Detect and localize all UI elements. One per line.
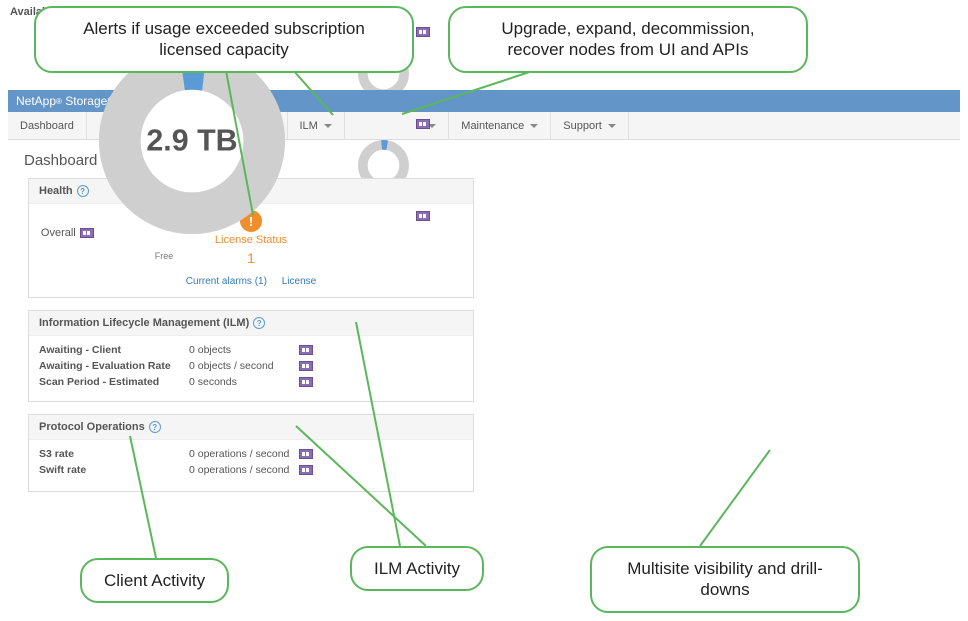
ilm-header: Information Lifecycle Management (ILM) ? [29, 311, 473, 336]
help-icon[interactable]: ? [253, 317, 265, 329]
callout-alerts: Alerts if usage exceeded subscription li… [34, 6, 414, 73]
ilm-panel: Information Lifecycle Management (ILM) ?… [28, 310, 474, 402]
chevron-down-icon [324, 124, 332, 128]
callout-multisite: Multisite visibility and drill-downs [590, 546, 860, 613]
chart-icon[interactable] [299, 377, 313, 387]
chevron-down-icon [530, 124, 538, 128]
protocol-row: Swift rate 0 operations / second [39, 464, 463, 476]
chart-icon[interactable] [80, 228, 94, 238]
chart-icon[interactable] [416, 211, 430, 221]
nav-maintenance[interactable]: Maintenance [449, 112, 551, 139]
chart-icon[interactable] [416, 27, 430, 37]
chart-icon[interactable] [299, 361, 313, 371]
chart-icon[interactable] [299, 465, 313, 475]
overall-donut: 2.9 TB [97, 46, 287, 236]
overall-label: Overall [41, 227, 76, 239]
help-icon[interactable]: ? [149, 421, 161, 433]
nav-configuration[interactable]: Configuration [345, 112, 449, 139]
overall-total: 2.9 TB [146, 124, 237, 158]
ilm-row: Awaiting - Client 0 objects [39, 344, 463, 356]
chevron-down-icon [608, 124, 616, 128]
callout-ilm-activity: ILM Activity [350, 546, 484, 591]
protocol-panel: Protocol Operations ? S3 rate 0 operatio… [28, 414, 474, 492]
callout-maintenance: Upgrade, expand, decommission, recover n… [448, 6, 808, 73]
chart-icon[interactable] [416, 119, 430, 129]
protocol-header: Protocol Operations ? [29, 415, 473, 440]
free-label: Free [10, 251, 318, 261]
chart-icon[interactable] [299, 449, 313, 459]
nav-support[interactable]: Support [551, 112, 629, 139]
ilm-row: Awaiting - Evaluation Rate 0 objects / s… [39, 360, 463, 372]
callout-client-activity: Client Activity [80, 558, 229, 603]
chart-icon[interactable] [299, 345, 313, 355]
ilm-row: Scan Period - Estimated 0 seconds [39, 376, 463, 388]
protocol-row: S3 rate 0 operations / second [39, 448, 463, 460]
